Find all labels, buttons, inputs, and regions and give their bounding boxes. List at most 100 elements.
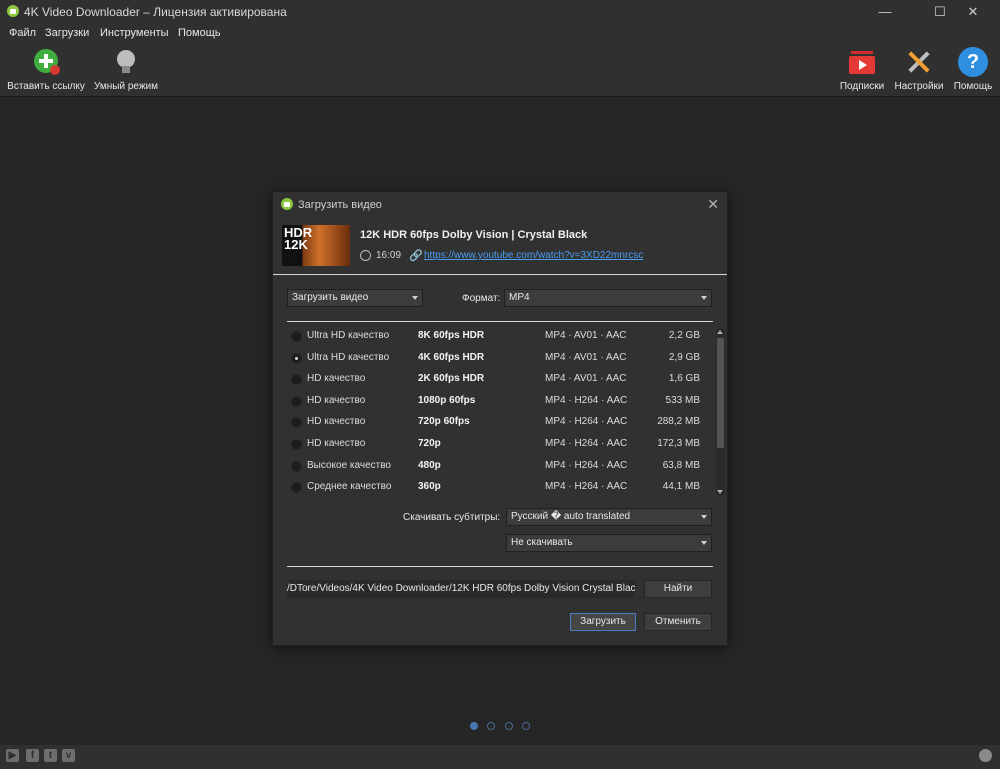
divider: [287, 321, 713, 322]
divider: [273, 274, 727, 275]
quality-row[interactable]: Ultra HD качество 8K 60fps HDR MP4 · AV0…: [287, 326, 713, 347]
menu-file[interactable]: Файл: [9, 27, 36, 39]
quality-resolution: 720p: [418, 438, 441, 449]
quality-row[interactable]: HD качество 720p MP4 · H264 · AAC 172,3 …: [287, 434, 713, 455]
dialog-logo-icon: [281, 198, 293, 210]
video-url-link[interactable]: https://www.youtube.com/watch?v=3XD22mnr…: [424, 250, 643, 261]
quality-codec: MP4 · H264 · AAC: [545, 416, 628, 427]
quality-resolution: 360p: [418, 481, 441, 492]
download-button[interactable]: Загрузить: [570, 613, 636, 631]
quality-radio-selected[interactable]: [291, 353, 302, 364]
facebook-icon[interactable]: f: [26, 749, 39, 762]
quality-resolution: 8K 60fps HDR: [418, 330, 485, 341]
link-icon: 🔗: [409, 250, 423, 262]
quality-size: 63,8 MB: [662, 460, 700, 471]
download-mode-select[interactable]: Загрузить видео: [287, 289, 423, 307]
title-bar: 4K Video Downloader – Лицензия активиров…: [0, 0, 1000, 24]
video-thumbnail: HDR 12K: [282, 225, 350, 266]
paste-link-icon: [34, 49, 60, 75]
quality-name: Ultra HD качество: [307, 330, 390, 341]
window-title: 4K Video Downloader – Лицензия активиров…: [24, 5, 287, 19]
browse-button[interactable]: Найти: [644, 580, 712, 598]
menu-bar: Файл Загрузки Инструменты Помощь: [0, 24, 1000, 42]
quality-resolution: 4K 60fps HDR: [418, 352, 485, 363]
scroll-down-icon[interactable]: [717, 490, 723, 494]
page-dot-1[interactable]: [470, 722, 478, 730]
dialog-title: Загрузить видео: [298, 199, 382, 211]
help-button[interactable]: ? Помощь: [950, 42, 996, 96]
page-dot-2[interactable]: [487, 722, 495, 730]
settings-button[interactable]: Настройки: [893, 42, 945, 96]
quality-row[interactable]: HD качество 720p 60fps MP4 · H264 · AAC …: [287, 412, 713, 433]
quality-radio[interactable]: [291, 374, 302, 385]
quality-resolution: 480p: [418, 460, 441, 471]
menu-tools[interactable]: Инструменты: [100, 27, 169, 39]
quality-row[interactable]: Среднее качество 360p MP4 · H264 · AAC 4…: [287, 477, 713, 498]
video-duration: 16:09: [376, 250, 402, 261]
lightbulb-icon: [117, 50, 135, 73]
dialog-close-button[interactable]: ✕: [707, 196, 719, 213]
quality-resolution: 720p 60fps: [418, 416, 470, 427]
globe-icon[interactable]: [979, 749, 992, 762]
twitter-icon[interactable]: t: [44, 749, 57, 762]
menu-downloads[interactable]: Загрузки: [45, 27, 89, 39]
menu-help[interactable]: Помощь: [178, 27, 221, 39]
toolbar: Вставить ссылку Умный режим Подписки Нас…: [0, 42, 1000, 97]
paste-link-button[interactable]: Вставить ссылку: [5, 42, 87, 96]
quality-radio[interactable]: [291, 331, 302, 342]
subtitles-language-value: Русский � auto translated: [511, 511, 631, 522]
quality-radio[interactable]: [291, 439, 302, 450]
quality-list-scrollbar[interactable]: [716, 328, 725, 496]
scroll-up-icon[interactable]: [717, 330, 723, 334]
quality-codec: MP4 · H264 · AAC: [545, 438, 628, 449]
vimeo-icon[interactable]: v: [62, 749, 75, 762]
quality-codec: MP4 · AV01 · AAC: [545, 373, 627, 384]
quality-codec: MP4 · AV01 · AAC: [545, 352, 627, 363]
quality-row[interactable]: HD качество 2K 60fps HDR MP4 · AV01 · AA…: [287, 369, 713, 390]
format-select[interactable]: MP4: [504, 289, 712, 307]
help-icon: ?: [958, 47, 988, 77]
quality-size: 533 MB: [665, 395, 700, 406]
close-window-button[interactable]: ✕: [950, 0, 996, 24]
quality-size: 44,1 MB: [662, 481, 700, 492]
scroll-thumb[interactable]: [717, 338, 724, 448]
minimize-button[interactable]: —: [862, 0, 908, 24]
quality-size: 2,9 GB: [668, 352, 700, 363]
save-path-field[interactable]: /DTore/Videos/4K Video Downloader/12K HD…: [287, 580, 635, 598]
quality-radio[interactable]: [291, 482, 302, 493]
subtitles-language-select[interactable]: Русский � auto translated: [506, 508, 712, 526]
quality-radio[interactable]: [291, 461, 302, 472]
smart-mode-label: Умный режим: [94, 81, 159, 92]
quality-size: 288,2 MB: [657, 416, 700, 427]
subscriptions-icon: [849, 51, 875, 74]
clock-icon: [360, 250, 371, 261]
quality-size: 2,2 GB: [668, 330, 700, 341]
page-dot-3[interactable]: [505, 722, 513, 730]
download-mode-value: Загрузить видео: [292, 292, 369, 303]
quality-row[interactable]: Ultra HD качество 4K 60fps HDR MP4 · AV0…: [287, 348, 713, 369]
chevron-down-icon: [701, 541, 707, 545]
cancel-button[interactable]: Отменить: [644, 613, 712, 631]
quality-codec: MP4 · H264 · AAC: [545, 481, 628, 492]
page-dot-4[interactable]: [522, 722, 530, 730]
quality-radio[interactable]: [291, 396, 302, 407]
subtitles-mode-select[interactable]: Не скачивать: [506, 534, 712, 552]
settings-label: Настройки: [894, 81, 944, 92]
format-value: MP4: [509, 292, 530, 303]
quality-codec: MP4 · H264 · AAC: [545, 395, 628, 406]
quality-radio[interactable]: [291, 417, 302, 428]
help-label: Помощь: [953, 81, 993, 92]
chevron-down-icon: [701, 515, 707, 519]
status-bar: ▶ f t v: [0, 745, 1000, 769]
quality-size: 1,6 GB: [668, 373, 700, 384]
quality-row[interactable]: HD качество 1080p 60fps MP4 · H264 · AAC…: [287, 391, 713, 412]
smart-mode-button[interactable]: Умный режим: [94, 42, 158, 96]
subscriptions-button[interactable]: Подписки: [838, 42, 886, 96]
chevron-down-icon: [412, 296, 418, 300]
quality-row[interactable]: Высокое качество 480p MP4 · H264 · AAC 6…: [287, 456, 713, 477]
quality-name: HD качество: [307, 438, 366, 449]
quality-name: HD качество: [307, 373, 366, 384]
paste-link-label: Вставить ссылку: [7, 81, 85, 92]
youtube-icon[interactable]: ▶: [6, 749, 19, 762]
app-logo-icon: [7, 5, 19, 17]
